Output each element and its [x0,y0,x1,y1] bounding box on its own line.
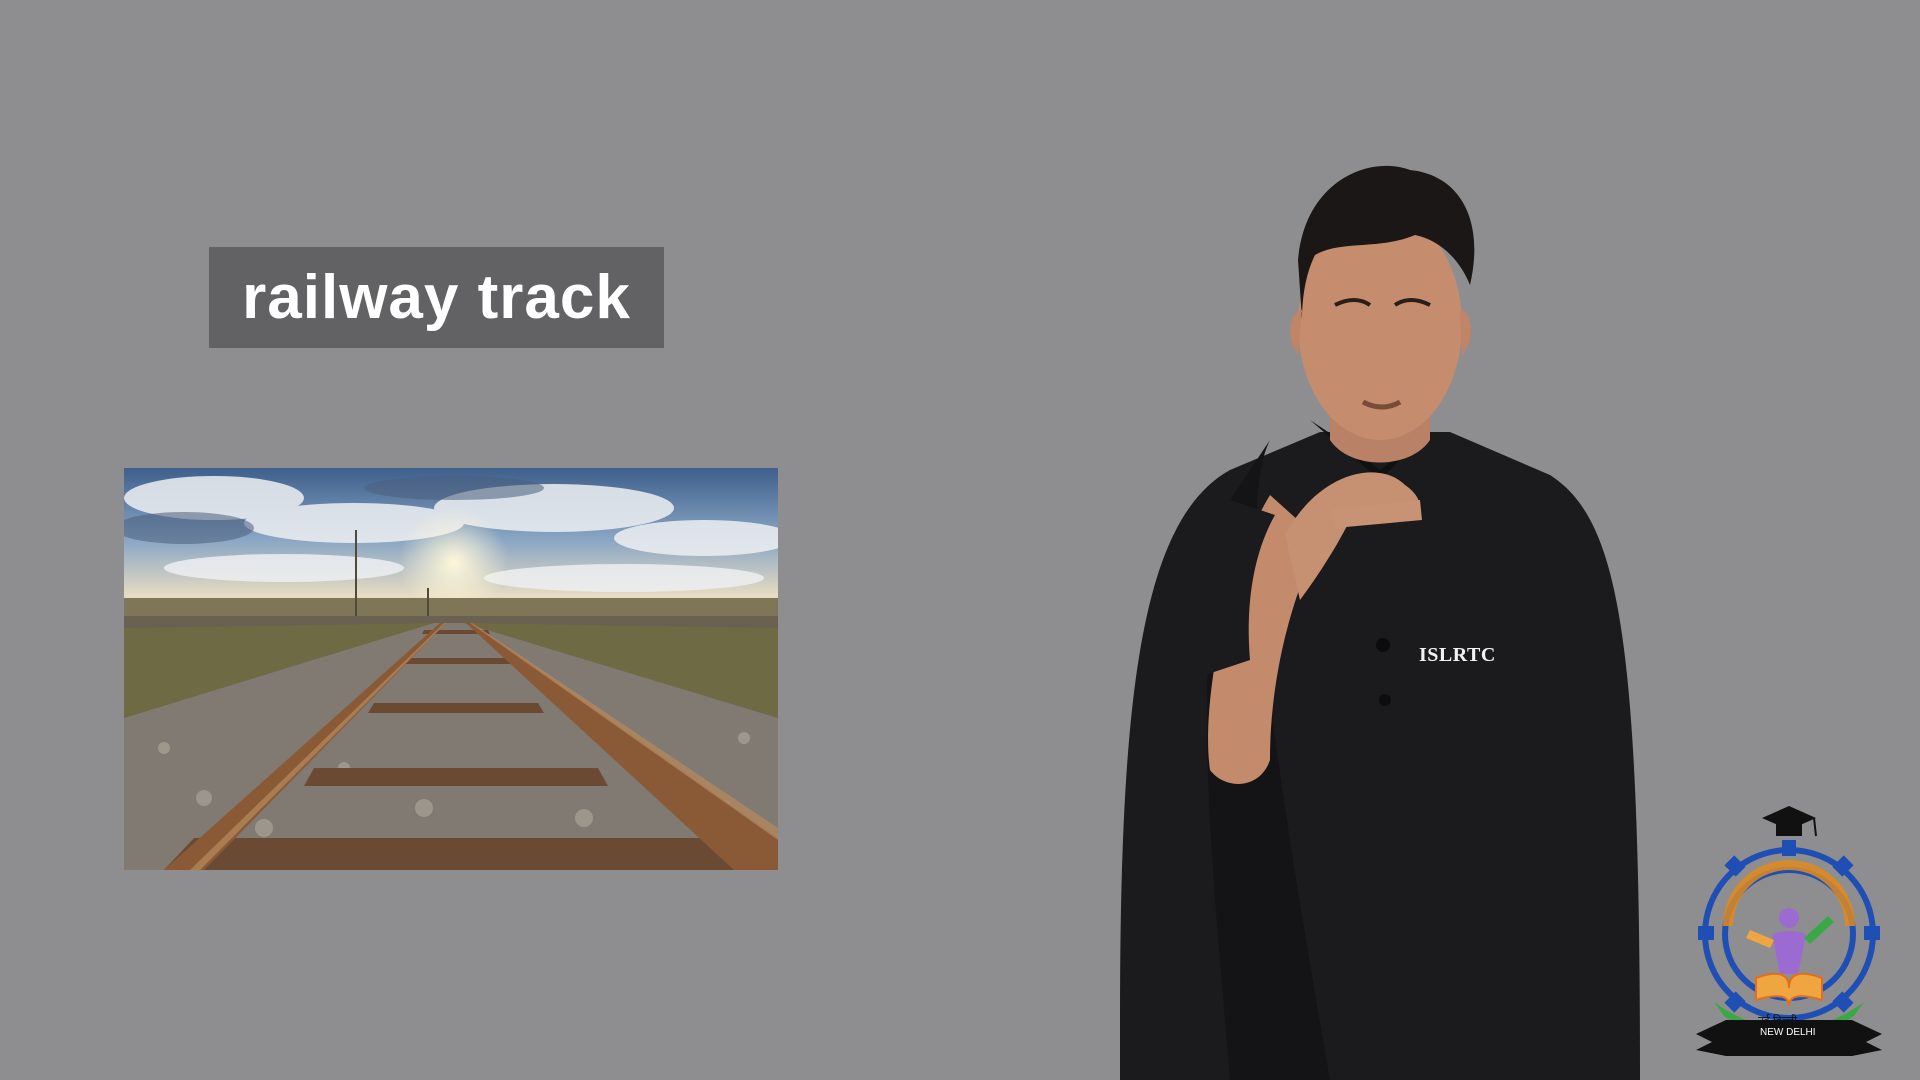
person-icon [1772,908,1806,974]
emblem-city-english: NEW DELHI [1760,1027,1816,1038]
graduation-cap-icon [1762,806,1817,837]
sign-language-presenter [1080,140,1680,1080]
word-caption-text: railway track [242,262,631,332]
open-book-icon [1755,972,1823,1007]
emblem-city-hindi: नई दिल्ली [1758,1014,1797,1027]
shirt-logo-text: ISLRTC [1419,644,1496,666]
word-caption-box: railway track [209,247,664,348]
video-frame: railway track ISLRTC नई दिल्ली NEW DELHI [0,0,1920,1080]
railway-track-photo [124,468,778,870]
